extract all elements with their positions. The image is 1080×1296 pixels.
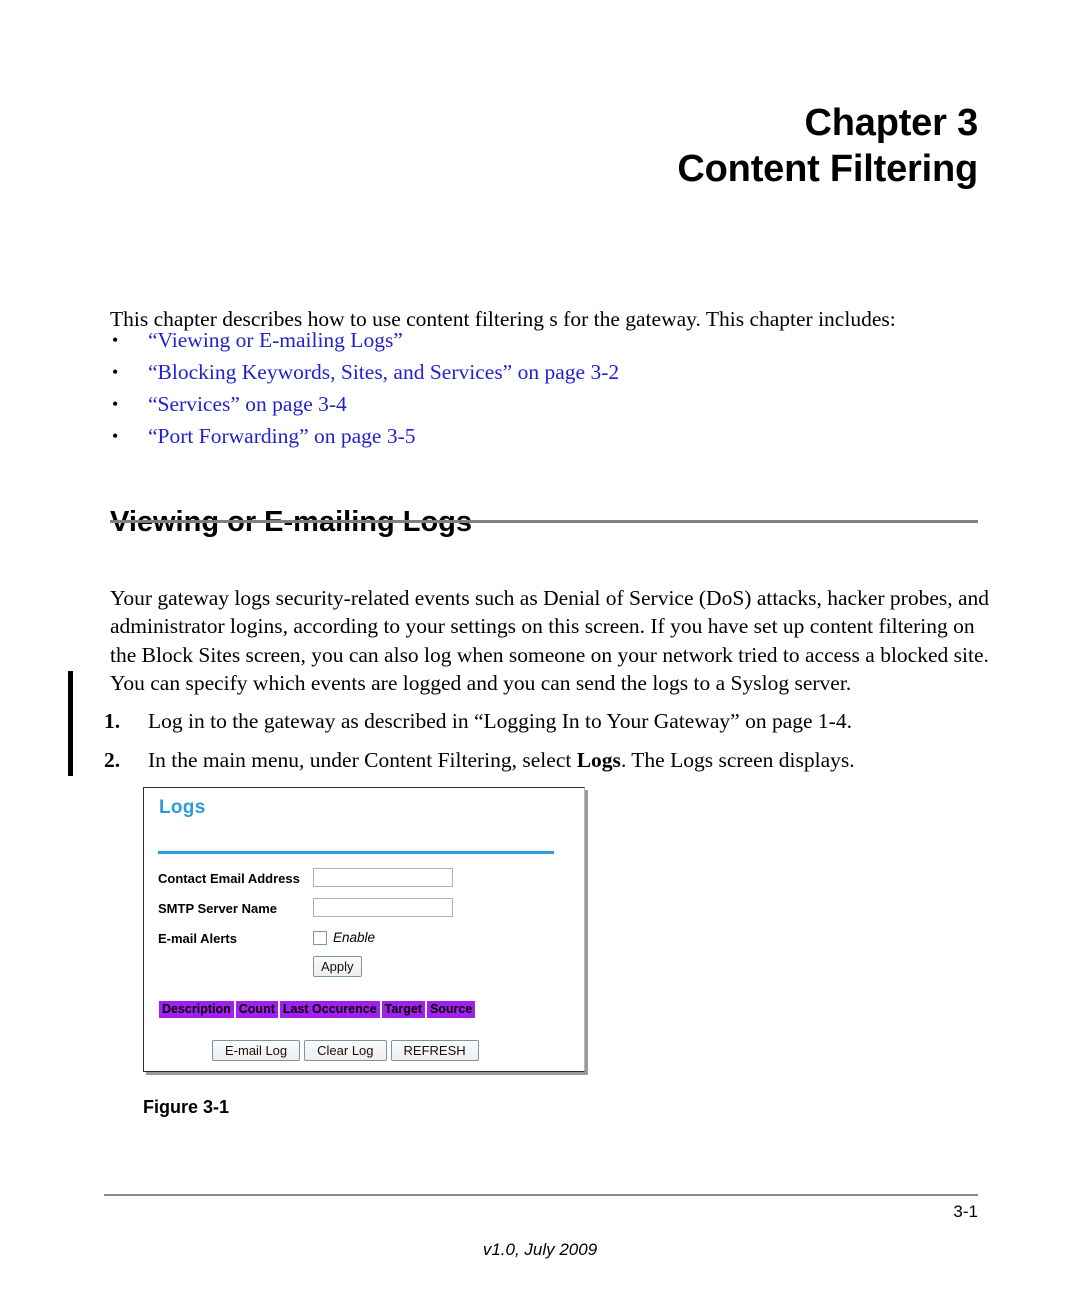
chapter-contents-list: • “Viewing or E-mailing Logs” • “Blockin…: [110, 324, 990, 452]
list-item[interactable]: • “Services” on page 3-4: [110, 388, 990, 420]
bullet-icon: •: [112, 426, 119, 446]
log-column-count: Count: [235, 1001, 278, 1018]
smtp-server-input[interactable]: [313, 898, 453, 917]
log-table-header-row: Description Count Last Occurence Target …: [159, 1001, 476, 1018]
email-log-button[interactable]: E-mail Log: [212, 1040, 301, 1061]
form-row-smtp-server: SMTP Server Name: [158, 898, 568, 928]
list-item[interactable]: • “Viewing or E-mailing Logs”: [110, 324, 990, 356]
step-link-logging-in[interactable]: “Logging In to Your Gateway” on page 1-4: [474, 709, 847, 733]
numbered-steps: 1. Log in to the gateway as described in…: [104, 706, 994, 784]
toc-link-blocking-keywords[interactable]: “Blocking Keywords, Sites, and Services”…: [148, 360, 619, 384]
logs-panel: Logs Contact Email Address SMTP Server N…: [143, 787, 585, 1072]
log-action-buttons: E-mail Log Clear Log REFRESH: [212, 1040, 479, 1061]
change-bar: [68, 671, 73, 776]
email-alerts-label: E-mail Alerts: [158, 931, 237, 946]
log-column-description: Description: [159, 1001, 234, 1018]
contact-email-input[interactable]: [313, 868, 453, 887]
step-item: 2. In the main menu, under Content Filte…: [104, 745, 994, 775]
logs-panel-divider: [158, 851, 554, 854]
clear-log-button[interactable]: Clear Log: [304, 1040, 387, 1061]
apply-button[interactable]: Apply: [313, 956, 362, 977]
list-item[interactable]: • “Port Forwarding” on page 3-5: [110, 420, 990, 452]
list-item[interactable]: • “Blocking Keywords, Sites, and Service…: [110, 356, 990, 388]
bullet-icon: •: [112, 330, 119, 350]
step-number: 1.: [104, 709, 121, 733]
step-text-before: In the main menu, under Content Filterin…: [148, 748, 577, 772]
step-item: 1. Log in to the gateway as described in…: [104, 706, 994, 736]
form-row-contact-email: Contact Email Address: [158, 868, 568, 898]
step-text-after: .: [846, 709, 852, 733]
email-alerts-checkbox-group[interactable]: Enable: [313, 930, 375, 945]
log-column-source: Source: [426, 1001, 476, 1018]
step-text-before: Log in to the gateway as described in: [148, 709, 474, 733]
step-number: 2.: [104, 748, 121, 772]
figure-logs-screen: Logs Contact Email Address SMTP Server N…: [143, 787, 585, 1072]
step-text-after: . The Logs screen displays.: [620, 748, 855, 772]
log-column-target: Target: [381, 1001, 425, 1018]
toc-link-services[interactable]: “Services” on page 3-4: [148, 392, 347, 416]
chapter-title: Chapter 3 Content Filtering: [218, 100, 978, 192]
chapter-number-label: Chapter 3: [804, 102, 979, 144]
log-column-last-occurence: Last Occurence: [279, 1001, 380, 1018]
smtp-server-label: SMTP Server Name: [158, 901, 277, 916]
contact-email-label: Contact Email Address: [158, 871, 300, 886]
bullet-icon: •: [112, 394, 119, 414]
form-row-email-alerts: E-mail Alerts Enable: [158, 928, 568, 958]
logs-form: Contact Email Address SMTP Server Name E…: [158, 868, 568, 958]
figure-caption: Figure 3-1: [143, 1097, 230, 1117]
section-body-paragraph: Your gateway logs security-related event…: [110, 585, 990, 696]
section-heading-rule: [110, 520, 978, 523]
step-emphasis-logs: Logs: [576, 748, 621, 772]
refresh-button[interactable]: REFRESH: [390, 1040, 479, 1061]
chapter-name-label: Content Filtering: [677, 148, 978, 190]
enable-checkbox-label: Enable: [333, 930, 376, 945]
checkbox-icon[interactable]: [313, 930, 327, 945]
footer-page-number: 3-1: [953, 1202, 978, 1221]
apply-button-container: Apply: [313, 956, 362, 977]
footer-rule: [104, 1194, 978, 1196]
footer-version-text: v1.0, July 2009: [482, 1240, 598, 1259]
toc-link-port-forwarding[interactable]: “Port Forwarding” on page 3-5: [148, 424, 416, 448]
toc-link-viewing-logs[interactable]: “Viewing or E-mailing Logs”: [148, 328, 403, 352]
document-page: Chapter 3 Content Filtering This chapter…: [0, 0, 1080, 1296]
logs-panel-title: Logs: [159, 797, 206, 818]
bullet-icon: •: [112, 362, 119, 382]
